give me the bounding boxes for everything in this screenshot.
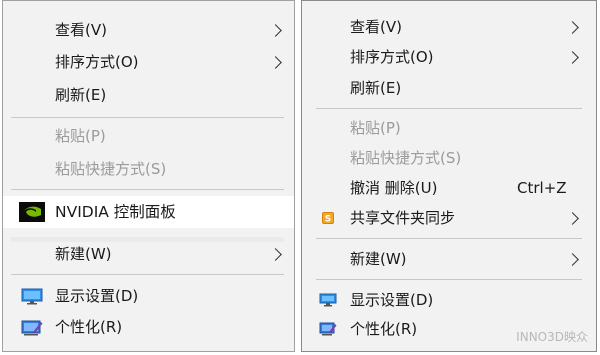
menu-item-label: NVIDIA 控制面板 (55, 203, 176, 221)
chevron-right-icon (566, 21, 579, 34)
menu-item-label: 显示设置(D) (55, 287, 139, 305)
menu-item-view[interactable]: 查看(V) (3, 15, 294, 45)
menu-item-refresh[interactable]: 刷新(E) (3, 80, 294, 110)
menu-item-undo-delete[interactable]: 撤消 删除(U) Ctrl+Z (302, 173, 596, 203)
menu-item-refresh[interactable]: 刷新(E) (302, 73, 596, 103)
menu-separator (316, 108, 582, 109)
display-settings-icon (21, 288, 43, 305)
menu-item-paste-shortcut[interactable]: 粘贴快捷方式(S) (3, 154, 294, 184)
personalize-icon (319, 322, 337, 336)
menu-item-label: 粘贴(P) (55, 127, 106, 145)
menu-item-paste-shortcut[interactable]: 粘贴快捷方式(S) (302, 143, 596, 173)
chevron-right-icon (269, 24, 282, 37)
menu-item-view[interactable]: 查看(V) (302, 12, 596, 42)
menu-item-label: 粘贴快捷方式(S) (350, 149, 462, 167)
menu-separator (11, 189, 284, 190)
menu-item-new[interactable]: 新建(W) (302, 244, 596, 274)
menu-item-label: 查看(V) (350, 18, 402, 36)
menu-item-label: 撤消 删除(U) (350, 179, 438, 197)
menu-separator (316, 238, 582, 239)
menu-item-label: 新建(W) (55, 245, 112, 263)
chevron-right-icon (269, 248, 282, 261)
menu-item-label: 个性化(R) (55, 318, 123, 336)
chevron-right-icon (566, 212, 579, 225)
context-menu-left: 查看(V) 排序方式(O) 刷新(E) 粘贴(P) 粘贴快捷方式(S) NVID… (2, 0, 295, 352)
menu-item-new[interactable]: 新建(W) (3, 239, 294, 269)
shortcut-label: Ctrl+Z (517, 179, 567, 197)
menu-item-label: 排序方式(O) (55, 53, 139, 71)
display-settings-icon (319, 293, 337, 307)
menu-item-label: 新建(W) (350, 250, 407, 268)
menu-item-label: 共享文件夹同步 (350, 209, 456, 227)
menu-item-paste[interactable]: 粘贴(P) (302, 113, 596, 143)
nvidia-logo-icon (19, 202, 45, 222)
chevron-right-icon (566, 51, 579, 64)
menu-item-sort-by[interactable]: 排序方式(O) (302, 42, 596, 72)
menu-item-label: 刷新(E) (55, 86, 107, 104)
menu-separator (11, 274, 284, 275)
personalize-icon (21, 320, 43, 336)
menu-item-display-settings[interactable]: 显示设置(D) (3, 281, 294, 311)
menu-separator (11, 117, 284, 118)
context-menu-right: 查看(V) 排序方式(O) 刷新(E) 粘贴(P) 粘贴快捷方式(S) 撤消 删… (301, 0, 597, 352)
watermark: INNO3D映众 (516, 330, 588, 344)
svg-text:S: S (325, 215, 331, 225)
menu-separator (316, 279, 582, 280)
menu-item-label: 粘贴(P) (350, 119, 401, 137)
menu-item-share-folder-sync[interactable]: S 共享文件夹同步 (302, 203, 596, 233)
menu-item-label: 个性化(R) (350, 320, 418, 338)
menu-item-label: 排序方式(O) (350, 48, 434, 66)
share-sync-icon: S (322, 212, 334, 224)
menu-item-paste[interactable]: 粘贴(P) (3, 121, 294, 151)
menu-item-nvidia-control-panel[interactable]: NVIDIA 控制面板 (3, 196, 294, 228)
menu-item-personalize[interactable]: 个性化(R) (3, 312, 294, 342)
menu-item-label: 显示设置(D) (350, 291, 434, 309)
menu-item-label: 查看(V) (55, 21, 107, 39)
menu-item-sort-by[interactable]: 排序方式(O) (3, 47, 294, 77)
menu-item-label: 粘贴快捷方式(S) (55, 160, 167, 178)
menu-item-display-settings[interactable]: 显示设置(D) (302, 285, 596, 315)
menu-item-label: 刷新(E) (350, 79, 402, 97)
chevron-right-icon (566, 253, 579, 266)
chevron-right-icon (269, 56, 282, 69)
